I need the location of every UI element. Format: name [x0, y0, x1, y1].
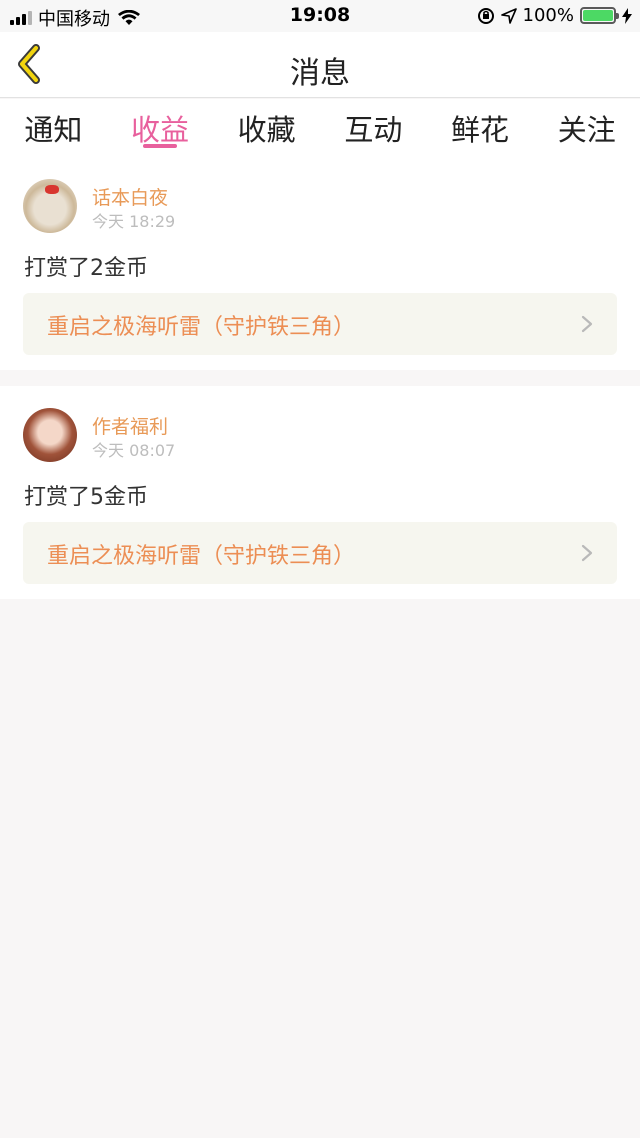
nav-bar: 消息	[0, 32, 640, 98]
timestamp: 今天 18:29	[92, 212, 176, 231]
reward-message: 打赏了5金币	[24, 485, 148, 510]
list-item: 作者福利 今天 08:07 打赏了5金币 重启之极海听雷（守护铁三角）	[0, 386, 640, 599]
battery-icon	[580, 7, 619, 24]
battery-percent: 100%	[522, 5, 574, 26]
charging-icon	[622, 7, 632, 24]
book-link[interactable]: 重启之极海听雷（守护铁三角）	[23, 522, 617, 584]
chevron-right-icon	[581, 544, 593, 562]
reward-message: 打赏了2金币	[24, 256, 148, 281]
list-item: 话本白夜 今天 18:29 打赏了2金币 重启之极海听雷（守护铁三角）	[0, 157, 640, 370]
chevron-right-icon	[581, 315, 593, 333]
book-title: 重启之极海听雷（守护铁三角）	[47, 544, 356, 569]
timestamp: 今天 08:07	[92, 441, 176, 460]
book-title: 重启之极海听雷（守护铁三角）	[47, 315, 356, 340]
status-right: 100%	[477, 5, 632, 26]
orientation-lock-icon	[477, 7, 494, 24]
username[interactable]: 话本白夜	[92, 183, 168, 210]
tab-earnings[interactable]: 收益	[107, 99, 214, 157]
tab-bar: 通知 收益 收藏 互动 鲜花 关注	[0, 99, 640, 157]
username[interactable]: 作者福利	[92, 412, 168, 439]
tab-flowers[interactable]: 鲜花	[427, 99, 534, 157]
status-bar: 中国移动 19:08 100%	[0, 0, 640, 32]
book-link[interactable]: 重启之极海听雷（守护铁三角）	[23, 293, 617, 355]
location-icon	[500, 7, 517, 24]
tab-interactions[interactable]: 互动	[320, 99, 427, 157]
avatar[interactable]	[23, 408, 77, 462]
tab-following[interactable]: 关注	[533, 99, 640, 157]
avatar[interactable]	[23, 179, 77, 233]
page-title: 消息	[290, 56, 350, 91]
page: 中国移动 19:08 100% 消息 通知 收益 收藏 互动 鲜花 关注 话本白…	[0, 0, 640, 1138]
tab-favorites[interactable]: 收藏	[213, 99, 320, 157]
tab-notifications[interactable]: 通知	[0, 99, 107, 157]
